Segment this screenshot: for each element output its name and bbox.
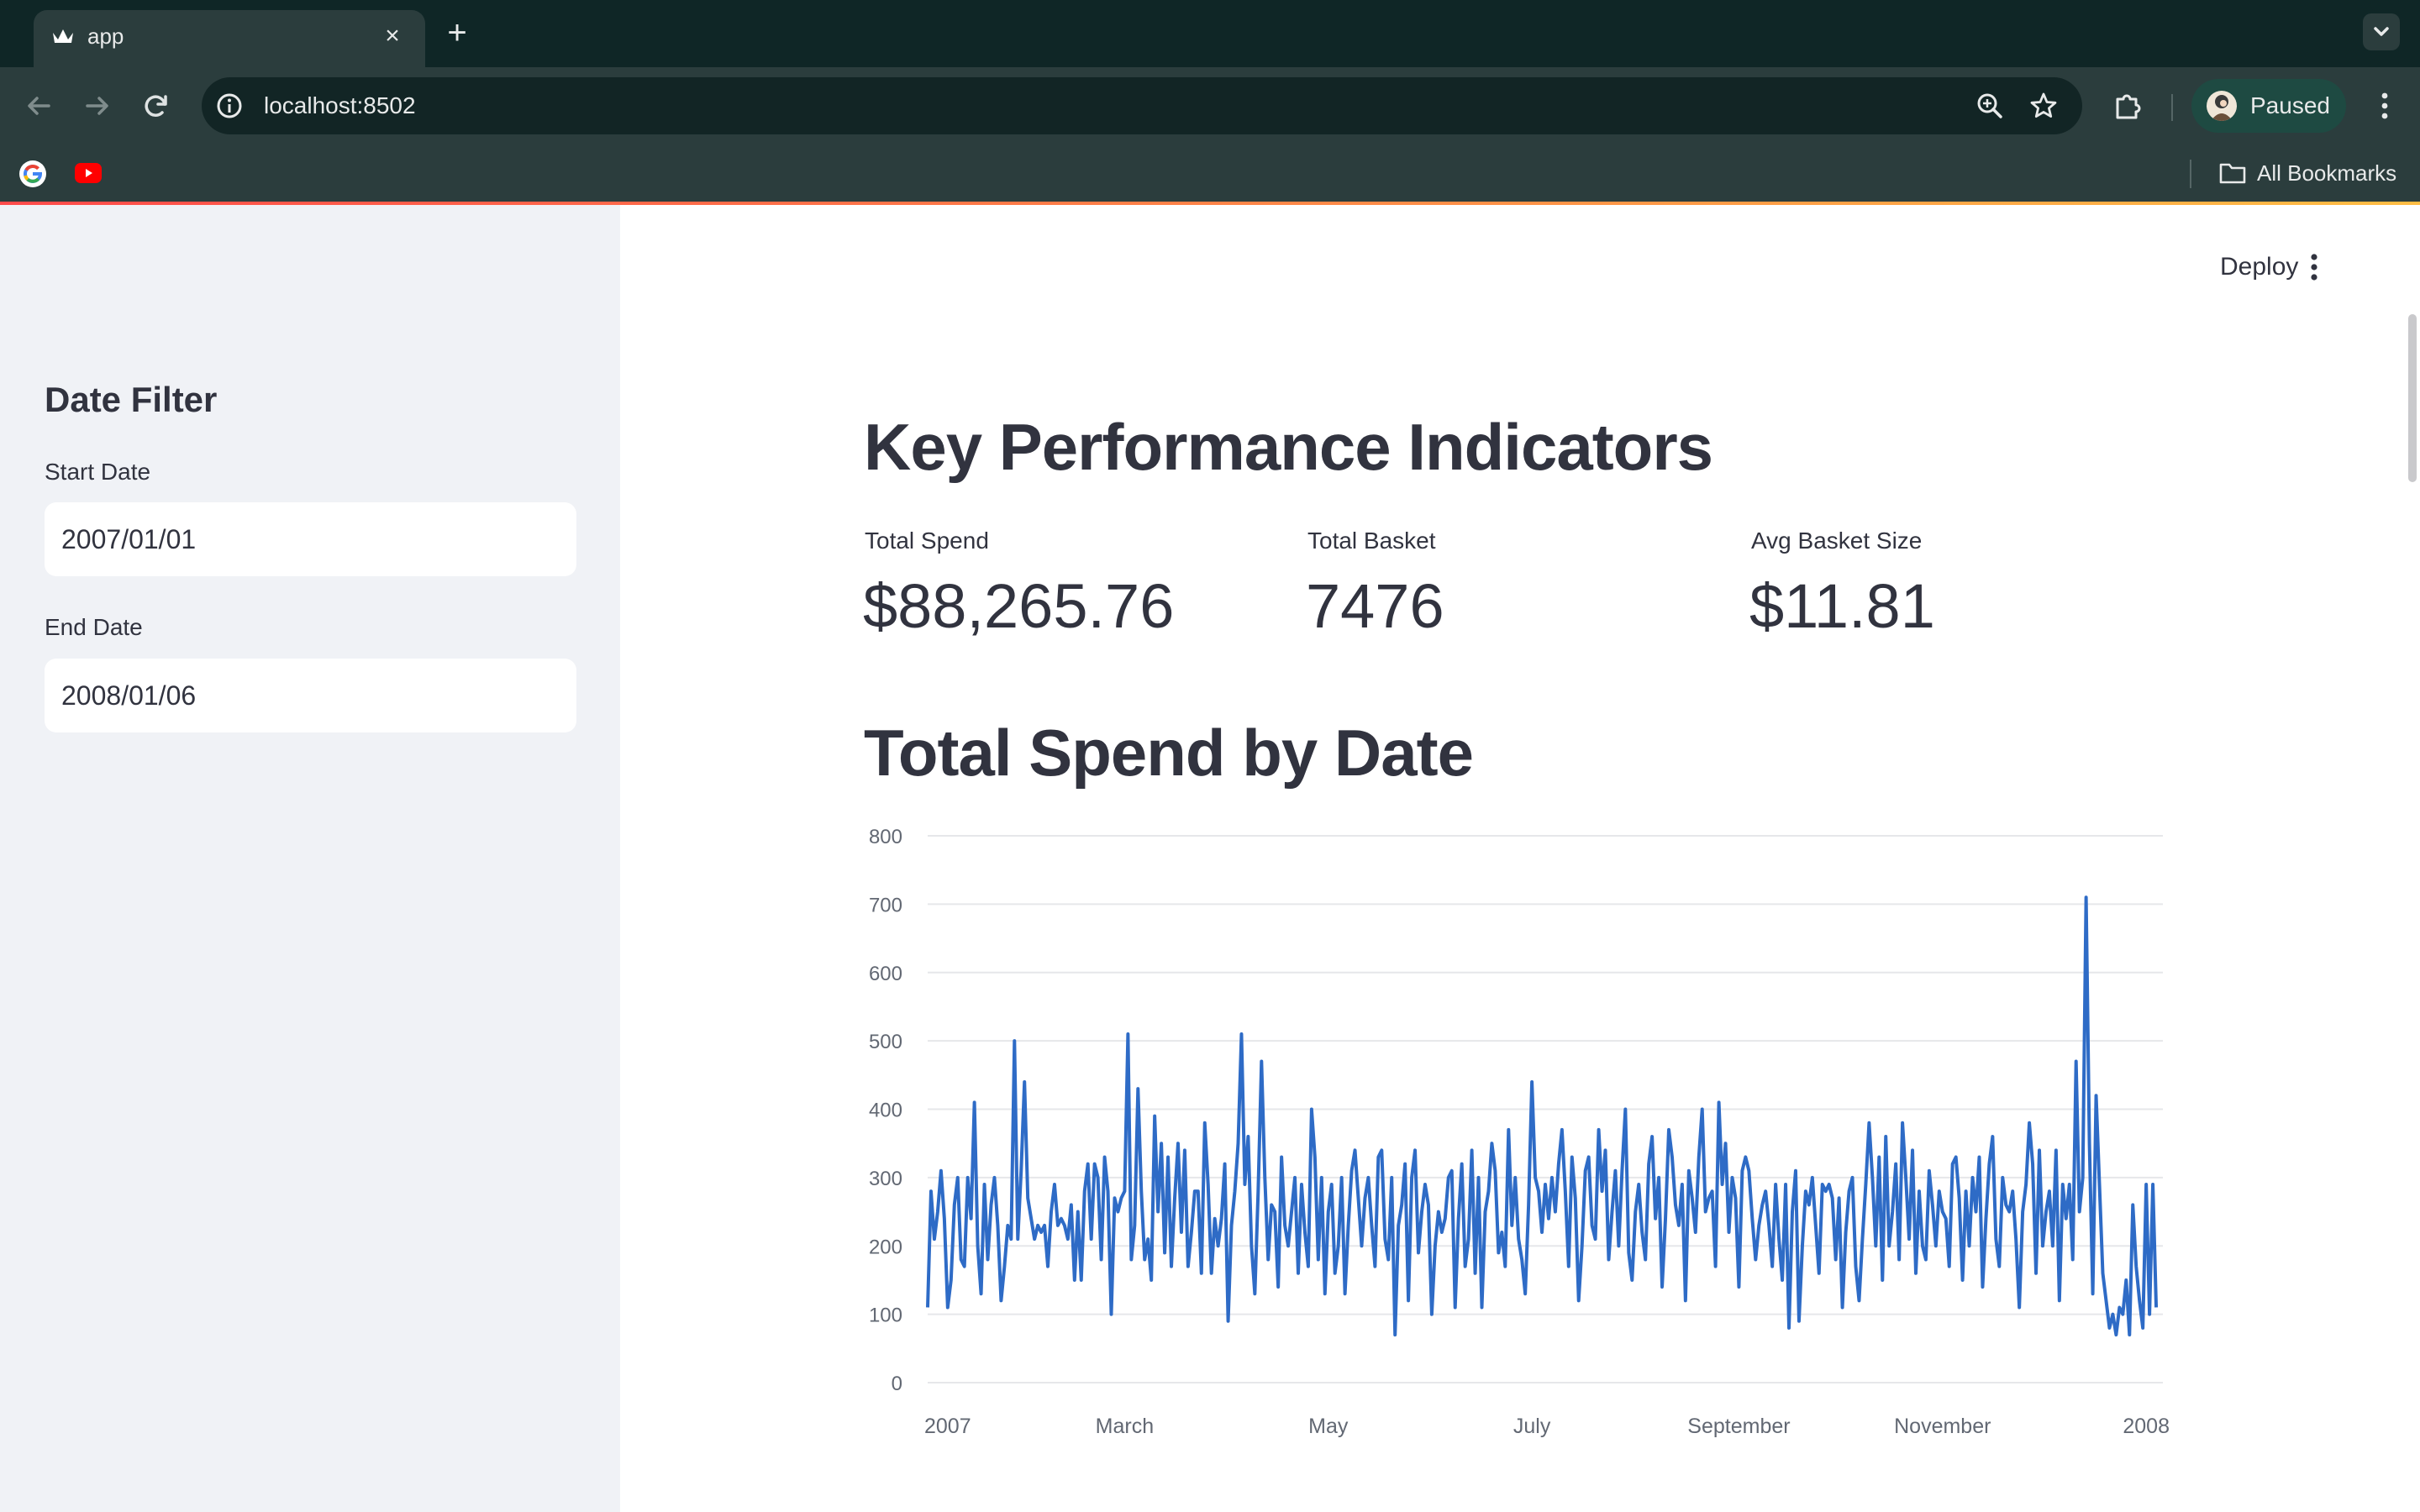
- y-tick-label: 700: [869, 894, 902, 916]
- kpi-heading: Key Performance Indicators: [864, 410, 1713, 484]
- forward-arrow-icon: [86, 97, 108, 115]
- tab-bar: app × +: [0, 0, 2420, 67]
- end-date-input[interactable]: 2008/01/06: [45, 659, 576, 732]
- start-date-label: Start Date: [45, 459, 151, 485]
- close-icon[interactable]: ×: [378, 22, 407, 50]
- browser-tab[interactable]: app ×: [34, 10, 425, 67]
- y-tick-label: 100: [869, 1305, 902, 1327]
- y-tick-label: 300: [869, 1168, 902, 1190]
- tab-search-button[interactable]: [2363, 13, 2400, 50]
- browser-toolbar: localhost:8502 Paused: [0, 67, 2420, 144]
- metric-label: Total Basket: [1307, 528, 1436, 554]
- youtube-icon[interactable]: [74, 161, 103, 185]
- kebab-menu-icon[interactable]: [2296, 249, 2333, 286]
- deploy-button[interactable]: Deploy: [2220, 250, 2298, 284]
- star-icon[interactable]: [2028, 91, 2059, 121]
- y-tick-label: 200: [869, 1236, 902, 1258]
- info-icon[interactable]: [215, 92, 244, 120]
- tab-title: app: [87, 24, 124, 49]
- metric-value: $88,265.76: [863, 571, 1175, 641]
- bookmarks-divider: [2190, 160, 2191, 188]
- forward-button[interactable]: [79, 87, 116, 124]
- extensions-icon[interactable]: [2111, 89, 2144, 123]
- google-icon[interactable]: [18, 160, 47, 188]
- url-text[interactable]: localhost:8502: [264, 91, 416, 121]
- all-bookmarks-label: All Bookmarks: [2257, 160, 2397, 186]
- sidebar-title: Date Filter: [45, 380, 218, 419]
- avatar: [2207, 91, 2237, 121]
- tab-favicon-icon: [53, 29, 73, 43]
- all-bookmarks-button[interactable]: All Bookmarks: [2218, 156, 2396, 190]
- reload-button[interactable]: [138, 87, 175, 124]
- y-tick-label: 600: [869, 963, 902, 985]
- profile-button[interactable]: Paused: [2191, 79, 2346, 133]
- reload-icon: [145, 95, 167, 117]
- folder-icon: [2219, 163, 2246, 184]
- y-tick-label: 0: [892, 1373, 902, 1395]
- scrollbar[interactable]: [2408, 314, 2417, 482]
- sidebar: Date Filter Start Date 2007/01/01 End Da…: [0, 205, 620, 1512]
- zoom-icon[interactable]: [1975, 91, 2005, 121]
- y-tick-label: 500: [869, 1031, 902, 1053]
- profile-status: Paused: [2250, 92, 2330, 118]
- y-tick-label: 400: [869, 1100, 902, 1122]
- metric-value: 7476: [1306, 571, 1444, 641]
- x-tick-label: 2007: [924, 1415, 971, 1438]
- x-tick-label: November: [1894, 1415, 1991, 1438]
- kebab-menu-icon[interactable]: [2368, 87, 2402, 124]
- metric-label: Avg Basket Size: [1751, 528, 1923, 554]
- start-date-input[interactable]: 2007/01/01: [45, 502, 576, 576]
- series-line: [926, 895, 2159, 1337]
- chevron-down-icon: [2374, 27, 2389, 36]
- bookmarks-bar: All Bookmarks: [0, 144, 2420, 202]
- x-tick-label: September: [1687, 1415, 1790, 1438]
- x-tick-label: May: [1308, 1415, 1349, 1438]
- back-button[interactable]: [20, 87, 57, 124]
- spend-line-chart[interactable]: 0 100 200 300 400 500 600 700 800 2007 March May Jul…: [855, 815, 2175, 1453]
- y-tick-label: 800: [869, 826, 902, 848]
- address-bar[interactable]: localhost:8502: [202, 77, 2082, 134]
- x-tick-label: 2008: [2123, 1415, 2170, 1438]
- chart-heading: Total Spend by Date: [864, 716, 1474, 790]
- toolbar-divider: [2171, 94, 2173, 121]
- metric-label: Total Spend: [865, 528, 989, 554]
- back-arrow-icon: [28, 97, 50, 115]
- x-tick-label: March: [1096, 1415, 1154, 1438]
- plus-icon[interactable]: +: [440, 16, 474, 50]
- end-date-label: End Date: [45, 614, 143, 640]
- metric-value: $11.81: [1749, 571, 1935, 641]
- x-tick-label: July: [1513, 1415, 1551, 1438]
